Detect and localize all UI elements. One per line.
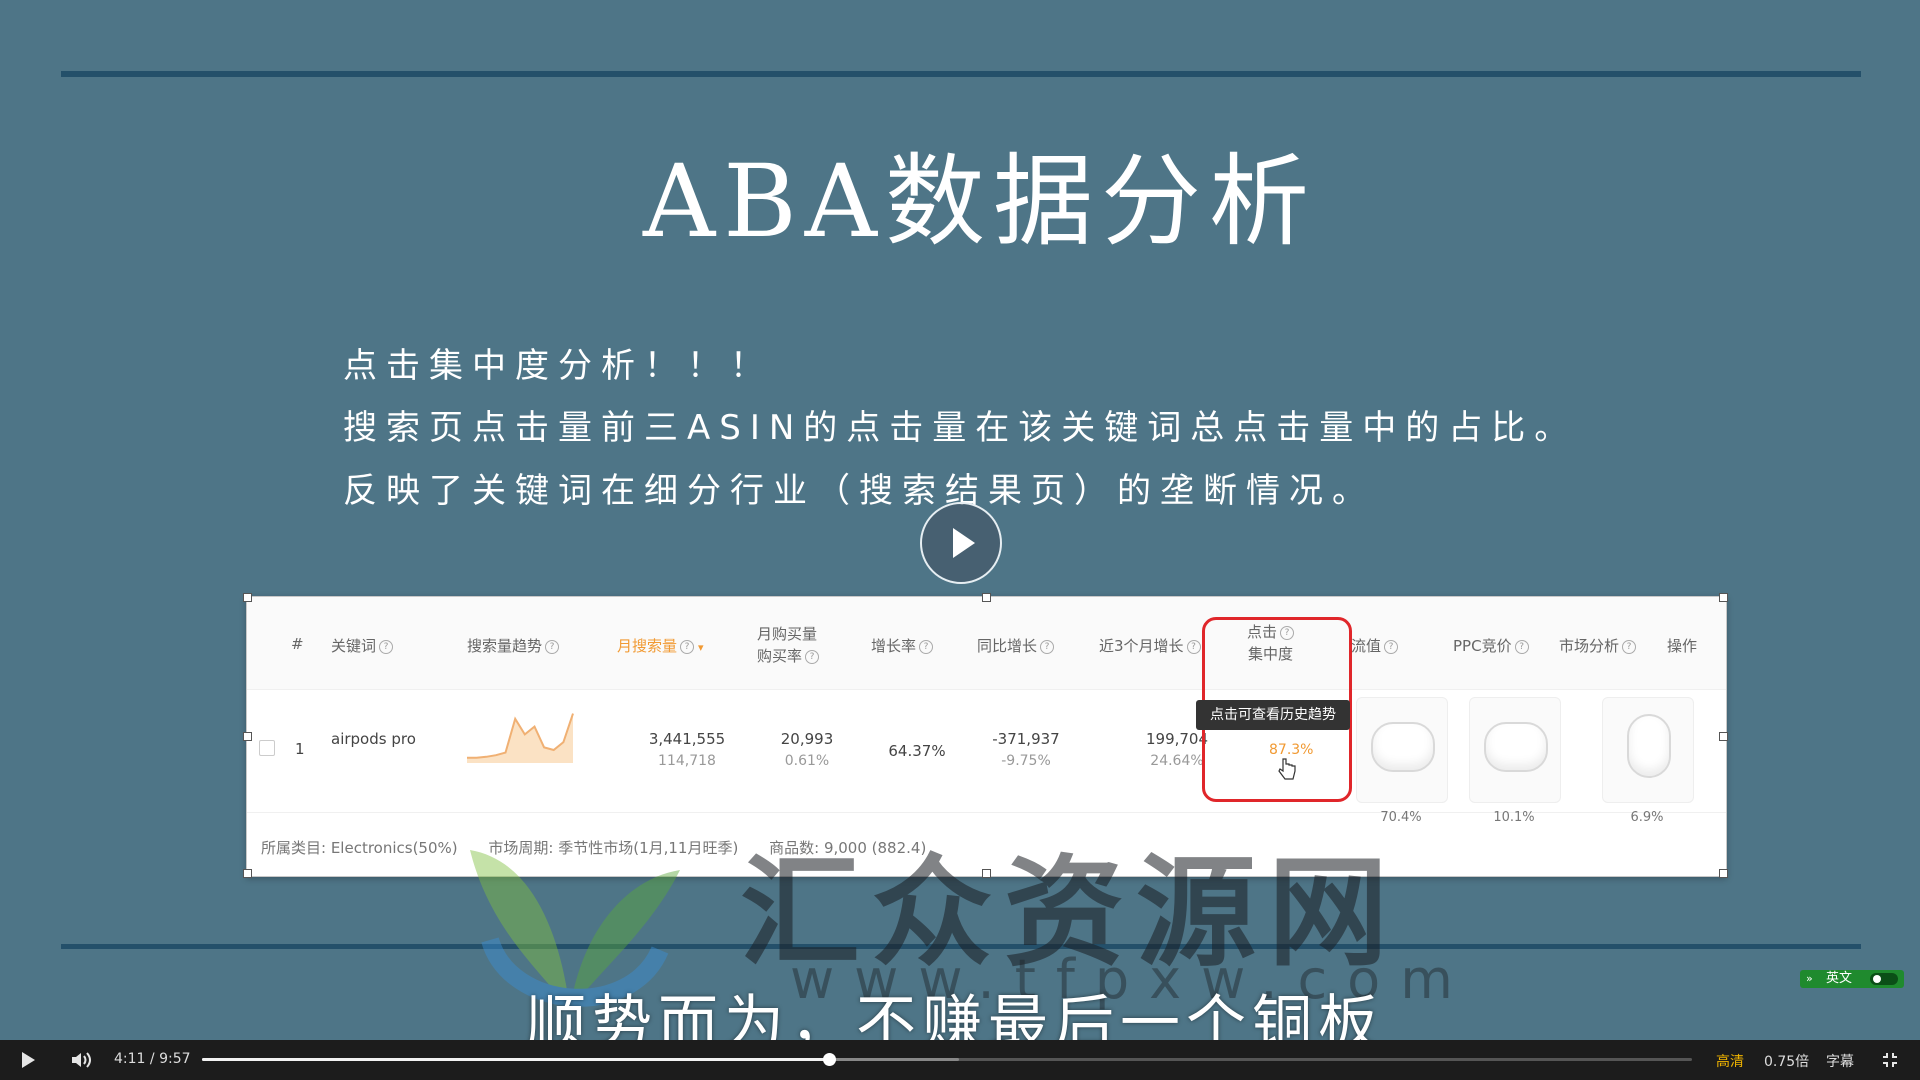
header-index: # xyxy=(291,635,304,653)
header-market: 市场分析? xyxy=(1559,635,1637,656)
language-label: 英文 xyxy=(1826,971,1853,986)
monthly-search-sub: 114,718 xyxy=(658,753,716,769)
language-toggle[interactable]: » 英文 xyxy=(1800,970,1904,988)
yoy-sub: -9.75% xyxy=(1001,753,1051,769)
header-keyword: 关键词? xyxy=(331,635,394,656)
purchase-value: 20,993 xyxy=(780,730,834,748)
slide-line-3: 反映了关键词在细分行业（搜索结果页）的垄断情况。 xyxy=(343,471,1375,511)
slide-top-rule xyxy=(61,71,1861,77)
airpods-image xyxy=(1627,714,1671,778)
header-action: 操作 xyxy=(1667,637,1698,655)
duration: 9:57 xyxy=(159,1051,191,1067)
help-icon[interactable]: ? xyxy=(1040,639,1055,654)
help-icon[interactable]: ? xyxy=(379,639,394,654)
slide-line-1: 点击集中度分析！！！ xyxy=(343,346,773,386)
header-purchase: 月购买量 购买率? xyxy=(757,625,820,665)
help-icon[interactable]: ? xyxy=(1622,639,1637,654)
time-display: 4:11 / 9:57 xyxy=(114,1051,191,1067)
purchase-rate: 0.61% xyxy=(784,753,830,769)
resize-handle[interactable] xyxy=(243,732,252,741)
sort-chevron-icon[interactable]: ▾ xyxy=(698,641,704,654)
click-concentration-value[interactable]: 87.3% xyxy=(1269,742,1313,758)
quality-button[interactable]: 高清 xyxy=(1716,1051,1744,1071)
row-index: 1 xyxy=(295,740,305,758)
help-icon[interactable]: ? xyxy=(1186,639,1201,654)
resize-handle[interactable] xyxy=(243,593,252,602)
progress-knob[interactable] xyxy=(822,1053,836,1066)
row-keyword[interactable]: airpods pro xyxy=(331,730,416,748)
growth-value: 64.37% xyxy=(888,742,946,760)
row-checkbox[interactable] xyxy=(259,740,275,756)
hand-pointer-icon xyxy=(1278,758,1296,780)
resize-handle[interactable] xyxy=(243,869,252,878)
chevron-icon: » xyxy=(1806,972,1813,985)
header-growth: 增长率? xyxy=(871,635,934,656)
help-icon[interactable]: ? xyxy=(805,649,820,664)
history-trend-tooltip: 点击可查看历史趋势 xyxy=(1196,700,1350,730)
center-play-button[interactable] xyxy=(920,502,1002,584)
subtitles-button[interactable]: 字幕 xyxy=(1826,1051,1854,1071)
played-bar xyxy=(202,1058,829,1061)
slide-title: ABA数据分析 xyxy=(643,143,1317,260)
help-icon[interactable]: ? xyxy=(1514,639,1529,654)
slide-line-2: 搜索页点击量前三ASIN的点击量在该关键词总点击量中的占比。 xyxy=(343,408,1578,448)
exit-fullscreen-icon[interactable] xyxy=(1882,1052,1898,1068)
current-time: 4:11 xyxy=(114,1051,146,1067)
toggle-switch[interactable] xyxy=(1870,973,1898,985)
resize-handle[interactable] xyxy=(1719,732,1728,741)
player-controls: 4:11 / 9:57 高清 0.75倍 字幕 xyxy=(0,1040,1920,1080)
product-thumb-3[interactable] xyxy=(1602,697,1694,803)
resize-handle[interactable] xyxy=(1719,869,1728,878)
resize-handle[interactable] xyxy=(1719,593,1728,602)
progress-bar[interactable] xyxy=(202,1053,1692,1066)
airpods-image xyxy=(1484,722,1548,772)
product-share-3: 6.9% xyxy=(1630,810,1664,825)
volume-icon[interactable] xyxy=(70,1050,92,1070)
product-thumb-2[interactable] xyxy=(1469,697,1561,803)
product-thumb-1[interactable] xyxy=(1356,697,1448,803)
header-trend: 搜索量趋势? xyxy=(467,635,560,656)
slide: ABA数据分析 点击集中度分析！！！ 搜索页点击量前三ASIN的点击量在该关键词… xyxy=(0,0,1920,1059)
time-separator: / xyxy=(149,1051,155,1067)
search-trend-sparkline xyxy=(467,713,574,763)
product-share-2: 10.1% xyxy=(1493,810,1535,825)
airpods-image xyxy=(1371,722,1435,772)
header-three-month: 近3个月增长? xyxy=(1099,635,1201,656)
category-meta: 所属类目: Electronics(50%) xyxy=(261,839,458,857)
header-ppc: PPC竞价? xyxy=(1453,635,1529,656)
table-divider xyxy=(247,689,1726,690)
speed-button[interactable]: 0.75倍 xyxy=(1764,1051,1809,1071)
help-icon[interactable]: ? xyxy=(919,639,934,654)
yoy-value: -371,937 xyxy=(992,730,1060,748)
help-icon[interactable]: ? xyxy=(680,639,695,654)
play-button[interactable] xyxy=(22,1052,35,1068)
header-yoy: 同比增长? xyxy=(977,635,1055,656)
header-monthly-search[interactable]: 月搜索量? ▾ xyxy=(617,635,704,656)
sparkline-area xyxy=(467,713,573,763)
help-icon[interactable]: ? xyxy=(1384,639,1399,654)
header-traffic: 流值? xyxy=(1351,635,1399,656)
help-icon[interactable]: ? xyxy=(545,639,560,654)
monthly-search-value: 3,441,555 xyxy=(648,730,726,748)
resize-handle[interactable] xyxy=(982,593,991,602)
video-player[interactable]: ABA数据分析 点击集中度分析！！！ 搜索页点击量前三ASIN的点击量在该关键词… xyxy=(0,0,1920,1080)
